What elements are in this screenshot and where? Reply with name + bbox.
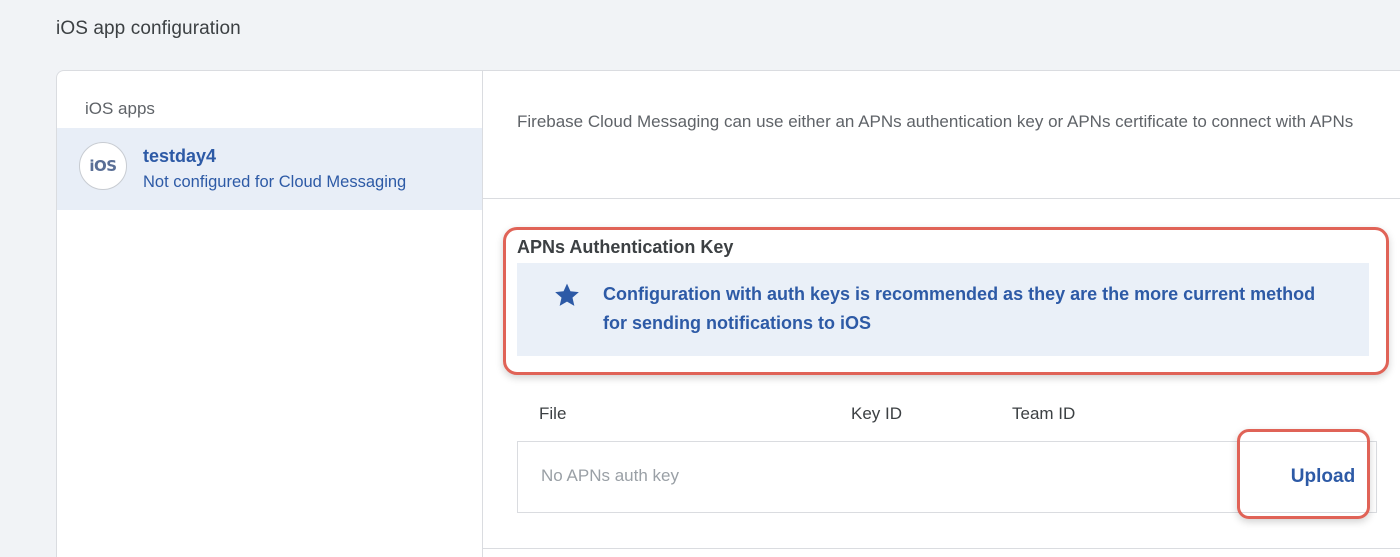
- app-status: Not configured for Cloud Messaging: [143, 173, 407, 191]
- star-icon: [555, 283, 579, 306]
- upload-button[interactable]: Upload: [1278, 459, 1368, 495]
- intro-text: Firebase Cloud Messaging can use either …: [517, 112, 1354, 131]
- section-divider: [483, 198, 1400, 199]
- auth-key-row: No APNs auth key Upload: [517, 441, 1377, 513]
- column-header-file: File: [539, 404, 567, 423]
- app-item-testday4[interactable]: iOS testday4 Not configured for Cloud Me…: [57, 128, 482, 210]
- recommendation-banner: Configuration with auth keys is recommen…: [517, 263, 1369, 356]
- config-card: iOS apps iOS testday4 Not configured for…: [56, 70, 1400, 557]
- bottom-divider: [483, 548, 1400, 549]
- ios-badge-icon: iOS: [79, 142, 127, 190]
- app-name: testday4: [143, 146, 217, 166]
- sidebar-heading: iOS apps: [85, 99, 155, 118]
- empty-key-text: No APNs auth key: [541, 466, 679, 485]
- ios-apps-sidebar: iOS apps iOS testday4 Not configured for…: [57, 71, 483, 557]
- column-header-team-id: Team ID: [1012, 404, 1076, 423]
- column-header-key-id: Key ID: [851, 404, 903, 423]
- main-panel: Firebase Cloud Messaging can use either …: [483, 71, 1400, 557]
- page-title: iOS app configuration: [56, 18, 241, 39]
- banner-text: Configuration with auth keys is recommen…: [603, 284, 1316, 333]
- section-title: APNs Authentication Key: [517, 237, 734, 257]
